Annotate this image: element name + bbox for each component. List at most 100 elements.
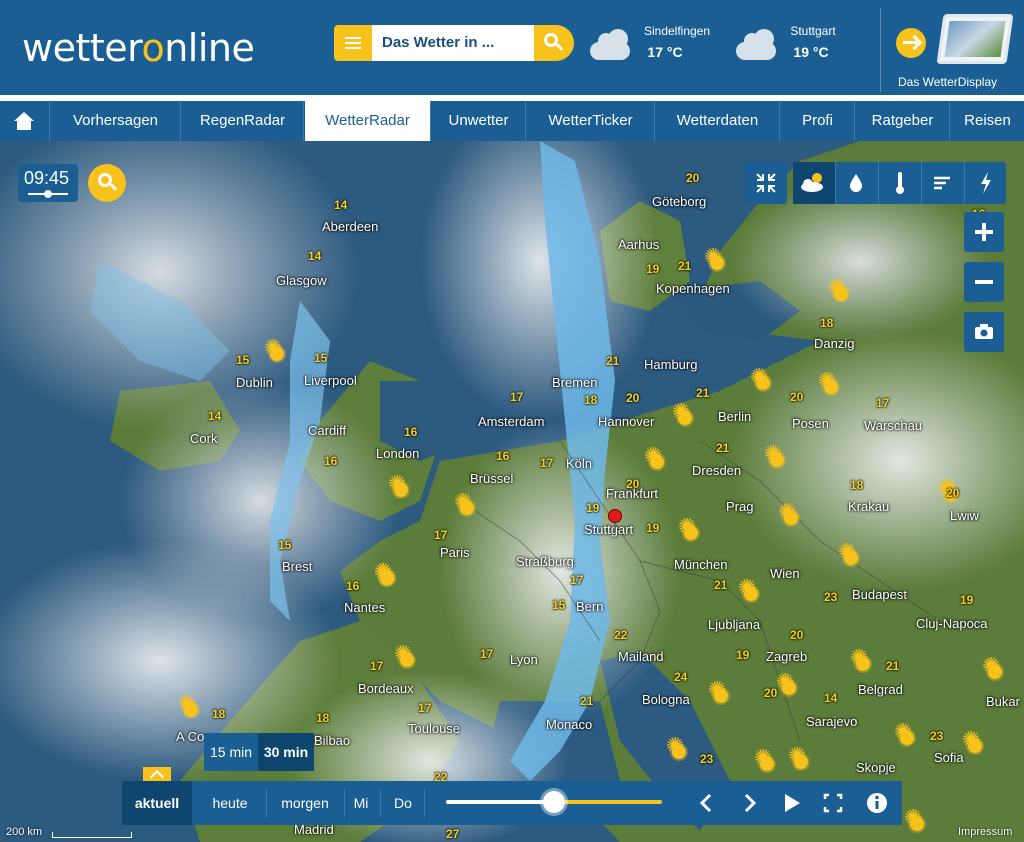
zoom-out-button[interactable] bbox=[964, 262, 1004, 302]
header-divider bbox=[880, 8, 881, 92]
fullscreen-button[interactable] bbox=[812, 781, 854, 825]
hamburger-icon bbox=[345, 37, 361, 49]
chevron-right-icon bbox=[744, 793, 757, 813]
play-button[interactable] bbox=[770, 781, 812, 825]
sun-icon bbox=[738, 578, 758, 601]
temp-label: 18 bbox=[850, 478, 864, 492]
temp-label: 16 bbox=[346, 579, 360, 593]
main-nav: Vorhersagen RegenRadar WetterRadar Unwet… bbox=[0, 101, 1024, 141]
nav-item-vorhersagen[interactable]: Vorhersagen bbox=[51, 101, 181, 141]
weather-display-image[interactable] bbox=[936, 14, 1014, 64]
layer-wind-button[interactable] bbox=[921, 162, 963, 204]
next-button[interactable] bbox=[728, 781, 770, 825]
weather-map[interactable]: Aberdeen Glasgow Dublin Liverpool Cork C… bbox=[0, 141, 1024, 842]
city-label-nantes: Nantes bbox=[344, 600, 386, 615]
temp-label: 17 bbox=[540, 456, 554, 470]
interval-15min[interactable]: 15 min bbox=[204, 733, 258, 771]
location-weather-1[interactable]: Sindelfingen 17 °C bbox=[588, 22, 728, 82]
search-input[interactable]: Das Wetter in ... bbox=[372, 25, 534, 61]
temp-label: 17 bbox=[434, 528, 448, 542]
layer-lightning-button[interactable] bbox=[964, 162, 1006, 204]
sun-icon bbox=[818, 371, 838, 394]
sun-icon bbox=[850, 648, 870, 671]
sun-icon bbox=[708, 680, 728, 703]
temp-label: 23 bbox=[824, 590, 838, 604]
city-label-aarhus: Aarhus bbox=[618, 237, 660, 252]
nav-home[interactable] bbox=[0, 101, 50, 141]
temp-label: 18 bbox=[212, 707, 226, 721]
sun-icon bbox=[374, 562, 394, 585]
temp-label: 23 bbox=[930, 729, 944, 743]
home-icon bbox=[14, 112, 34, 130]
timeline-handle[interactable] bbox=[543, 791, 565, 813]
city-label-wien: Wien bbox=[770, 566, 800, 581]
temp-label: 21 bbox=[580, 694, 594, 708]
nav-item-profi[interactable]: Profi bbox=[781, 101, 855, 141]
nav-item-reisen[interactable]: Reisen bbox=[951, 101, 1024, 141]
city-label-lwiw: Lwiw bbox=[950, 508, 979, 523]
city-label-stuttgart: Stuttgart bbox=[584, 522, 634, 537]
location-weather-2[interactable]: Stuttgart 19 °C bbox=[734, 22, 874, 82]
temp-label: 17 bbox=[370, 659, 384, 673]
search-button[interactable] bbox=[534, 25, 574, 61]
collapse-button[interactable] bbox=[745, 162, 787, 204]
city-label-bukarest: Bukar bbox=[986, 694, 1020, 709]
day-morgen[interactable]: morgen bbox=[270, 781, 340, 825]
sun-icon bbox=[644, 446, 664, 469]
layer-satellite-button[interactable] bbox=[793, 162, 835, 204]
location-temp: 17 °C bbox=[647, 44, 683, 60]
temp-label: 15 bbox=[236, 353, 250, 367]
location-marker[interactable] bbox=[608, 509, 622, 531]
map-search-button[interactable] bbox=[88, 164, 126, 202]
temp-label: 21 bbox=[716, 441, 730, 455]
temp-label: 20 bbox=[686, 171, 700, 185]
header: wetteronline Das Wetter in ... Sindelfin… bbox=[0, 0, 1024, 98]
layer-rain-button[interactable] bbox=[835, 162, 877, 204]
city-label-bern: Bern bbox=[576, 599, 604, 614]
nav-item-wetterticker[interactable]: WetterTicker bbox=[527, 101, 655, 141]
temp-label: 24 bbox=[674, 670, 688, 684]
nav-item-unwetter[interactable]: Unwetter bbox=[432, 101, 526, 141]
nav-item-wetterradar[interactable]: WetterRadar bbox=[305, 101, 431, 141]
info-button[interactable] bbox=[856, 781, 898, 825]
layer-temperature-button[interactable] bbox=[878, 162, 920, 204]
zoom-in-button[interactable] bbox=[964, 212, 1004, 252]
menu-button[interactable] bbox=[334, 25, 372, 61]
day-mi[interactable]: Mi bbox=[348, 781, 374, 825]
time-display[interactable]: 09:45 bbox=[18, 164, 78, 202]
sun-icon bbox=[776, 672, 796, 695]
city-label-budapest: Budapest bbox=[852, 587, 907, 602]
sun-icon bbox=[894, 722, 914, 745]
sun-icon bbox=[388, 474, 408, 497]
day-do[interactable]: Do bbox=[386, 781, 420, 825]
city-label-lyon: Lyon bbox=[510, 652, 538, 667]
day-aktuell[interactable]: aktuell bbox=[122, 781, 192, 825]
logo[interactable]: wetteronline bbox=[22, 26, 255, 70]
city-label-bordeaux: Bordeaux bbox=[358, 681, 414, 696]
previous-button[interactable] bbox=[686, 781, 728, 825]
temp-label: 22 bbox=[614, 628, 628, 642]
city-label-a-coruna: A Co bbox=[176, 729, 205, 744]
day-heute[interactable]: heute bbox=[198, 781, 262, 825]
city-label-sofia: Sofia bbox=[934, 750, 964, 765]
city-label-glasgow: Glasgow bbox=[276, 273, 327, 288]
chevron-up-icon[interactable] bbox=[143, 767, 171, 781]
nav-item-ratgeber[interactable]: Ratgeber bbox=[856, 101, 950, 141]
chevron-left-icon bbox=[699, 793, 712, 813]
timeline-slider[interactable] bbox=[446, 791, 662, 813]
impressum-link[interactable]: Impressum bbox=[958, 826, 1012, 838]
nav-item-wetterdaten[interactable]: Wetterdaten bbox=[656, 101, 780, 141]
temp-label: 21 bbox=[678, 259, 692, 273]
camera-icon bbox=[975, 324, 993, 339]
lightning-icon bbox=[981, 172, 991, 194]
city-label-skopje: Skopje bbox=[856, 760, 896, 775]
screenshot-button[interactable] bbox=[964, 312, 1004, 352]
time-mini-slider bbox=[28, 190, 68, 198]
city-label-ljubljana: Ljubljana bbox=[708, 617, 761, 632]
arrow-right-icon[interactable] bbox=[896, 28, 926, 58]
city-label-posen: Posen bbox=[792, 416, 829, 431]
city-label-bremen: Bremen bbox=[552, 375, 598, 390]
weather-display-link[interactable]: Das WetterDisplay bbox=[898, 75, 997, 89]
nav-item-regenradar[interactable]: RegenRadar bbox=[182, 101, 304, 141]
interval-30min[interactable]: 30 min bbox=[258, 733, 314, 771]
